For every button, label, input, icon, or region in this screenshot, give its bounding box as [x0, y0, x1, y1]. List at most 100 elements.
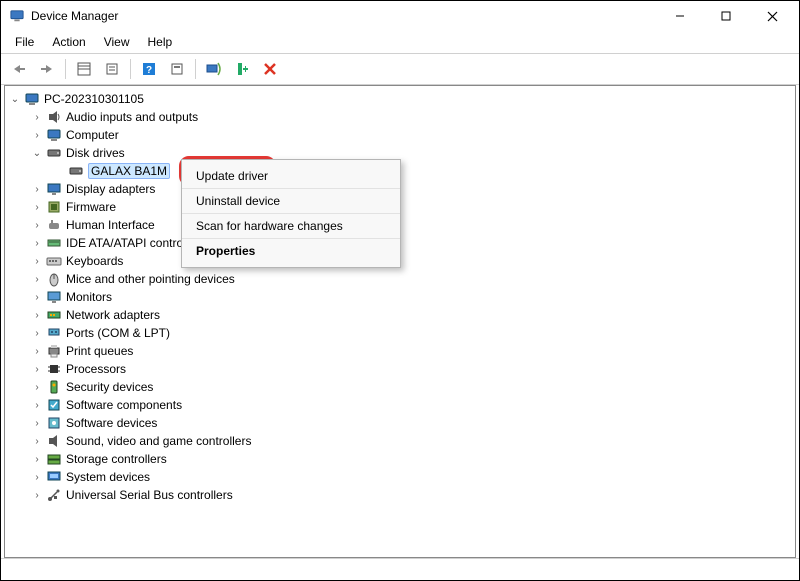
back-button[interactable]	[7, 58, 31, 80]
window-title: Device Manager	[31, 9, 657, 23]
tree-category-label: Disk drives	[66, 146, 125, 160]
expander-icon[interactable]: ›	[30, 200, 44, 214]
expander-icon[interactable]: ›	[30, 272, 44, 286]
audio-icon	[46, 109, 62, 125]
tree-category-audio-inputs-and-outputs[interactable]: › Audio inputs and outputs	[30, 108, 792, 126]
status-bar	[1, 558, 799, 578]
menu-file[interactable]: File	[7, 33, 42, 51]
expander-icon[interactable]: ›	[30, 182, 44, 196]
tree-category-label: Firmware	[66, 200, 116, 214]
ports-icon	[46, 325, 62, 341]
tree-device-label: GALAX BA1M	[88, 163, 170, 179]
tree-category-label: Software components	[66, 398, 182, 412]
disk-icon	[46, 145, 62, 161]
ide-icon	[46, 235, 62, 251]
tree-category-ide-ata-atapi-controllers[interactable]: › IDE ATA/ATAPI controllers	[30, 234, 792, 252]
mouse-icon	[46, 271, 62, 287]
tree-category-monitors[interactable]: › Monitors	[30, 288, 792, 306]
tree-category-firmware[interactable]: › Firmware	[30, 198, 792, 216]
tree-category-security-devices[interactable]: › Security devices	[30, 378, 792, 396]
tree-category-label: Universal Serial Bus controllers	[66, 488, 233, 502]
tree-category-network-adapters[interactable]: › Network adapters	[30, 306, 792, 324]
uninstall-button[interactable]	[258, 58, 282, 80]
tree-category-display-adapters[interactable]: › Display adapters	[30, 180, 792, 198]
tree-category-label: Security devices	[66, 380, 153, 394]
tree-category-sound-video-and-game-controllers[interactable]: › Sound, video and game controllers	[30, 432, 792, 450]
properties-button[interactable]	[100, 58, 124, 80]
context-menu-properties[interactable]: Properties	[182, 239, 400, 263]
spacer	[52, 164, 66, 178]
tree-category-label: System devices	[66, 470, 150, 484]
usb-icon	[46, 487, 62, 503]
add-legacy-button[interactable]	[230, 58, 254, 80]
show-hide-tree-button[interactable]	[72, 58, 96, 80]
expander-icon[interactable]: ›	[30, 344, 44, 358]
tree-category-mice-and-other-pointing-devices[interactable]: › Mice and other pointing devices	[30, 270, 792, 288]
expander-icon[interactable]: ›	[30, 488, 44, 502]
context-menu-update-driver[interactable]: Update driver	[182, 164, 400, 189]
tree-category-label: Sound, video and game controllers	[66, 434, 251, 448]
tree-category-ports-com-lpt-[interactable]: › Ports (COM & LPT)	[30, 324, 792, 342]
expander-icon[interactable]: ›	[30, 254, 44, 268]
tree-category-label: Display adapters	[66, 182, 155, 196]
expander-icon[interactable]: ›	[30, 380, 44, 394]
help-button[interactable]: ?	[137, 58, 161, 80]
expander-icon[interactable]: ›	[30, 326, 44, 340]
expander-icon[interactable]: ›	[30, 290, 44, 304]
expander-icon[interactable]: ›	[30, 128, 44, 142]
tree-category-label: Storage controllers	[66, 452, 167, 466]
scan-button[interactable]	[202, 58, 226, 80]
expander-icon[interactable]: ›	[30, 362, 44, 376]
menu-view[interactable]: View	[96, 33, 138, 51]
tree-category-disk-drives[interactable]: ⌄ Disk drives	[30, 144, 792, 162]
tree-category-print-queues[interactable]: › Print queues	[30, 342, 792, 360]
tree-category-label: Computer	[66, 128, 119, 142]
tree-category-label: Mice and other pointing devices	[66, 272, 235, 286]
disk-icon	[68, 163, 84, 179]
tree-device-galax-ba1m[interactable]: GALAX BA1M	[52, 162, 792, 180]
softdev-icon	[46, 415, 62, 431]
maximize-button[interactable]	[703, 1, 749, 31]
tree-category-universal-serial-bus-controllers[interactable]: › Universal Serial Bus controllers	[30, 486, 792, 504]
action-button[interactable]	[165, 58, 189, 80]
expander-icon[interactable]: ⌄	[8, 92, 22, 106]
expander-icon[interactable]: ›	[30, 434, 44, 448]
close-button[interactable]	[749, 1, 795, 31]
expander-icon[interactable]: ⌄	[30, 146, 44, 160]
tree-category-software-devices[interactable]: › Software devices	[30, 414, 792, 432]
expander-icon[interactable]: ›	[30, 470, 44, 484]
tree-category-label: Processors	[66, 362, 126, 376]
tree-category-label: Network adapters	[66, 308, 160, 322]
display-icon	[46, 181, 62, 197]
menu-help[interactable]: Help	[140, 33, 181, 51]
tree-category-software-components[interactable]: › Software components	[30, 396, 792, 414]
expander-icon[interactable]: ›	[30, 452, 44, 466]
forward-button[interactable]	[35, 58, 59, 80]
svg-text:?: ?	[146, 65, 152, 76]
expander-icon[interactable]: ›	[30, 236, 44, 250]
menu-action[interactable]: Action	[44, 33, 93, 51]
tree-category-human-interface[interactable]: › Human Interface	[30, 216, 792, 234]
expander-icon[interactable]: ›	[30, 110, 44, 124]
minimize-button[interactable]	[657, 1, 703, 31]
firmware-icon	[46, 199, 62, 215]
tree-category-storage-controllers[interactable]: › Storage controllers	[30, 450, 792, 468]
tree-category-processors[interactable]: › Processors	[30, 360, 792, 378]
tree-root[interactable]: ⌄ PC-202310301105	[8, 90, 792, 108]
expander-icon[interactable]: ›	[30, 218, 44, 232]
device-tree-pane[interactable]: ⌄ PC-202310301105 › Audio inputs and out…	[4, 85, 796, 558]
expander-icon[interactable]: ›	[30, 308, 44, 322]
storage-icon	[46, 451, 62, 467]
tree-category-label: Audio inputs and outputs	[66, 110, 198, 124]
tree-category-computer[interactable]: › Computer	[30, 126, 792, 144]
expander-icon[interactable]: ›	[30, 416, 44, 430]
tree-category-keyboards[interactable]: › Keyboards	[30, 252, 792, 270]
context-menu-scan-hardware[interactable]: Scan for hardware changes	[182, 214, 400, 239]
context-menu: Update driver Uninstall device Scan for …	[181, 159, 401, 268]
context-menu-uninstall-device[interactable]: Uninstall device	[182, 189, 400, 214]
tree-category-system-devices[interactable]: › System devices	[30, 468, 792, 486]
tree-category-label: Keyboards	[66, 254, 123, 268]
computer-icon	[46, 127, 62, 143]
expander-icon[interactable]: ›	[30, 398, 44, 412]
menu-bar: File Action View Help	[1, 31, 799, 54]
